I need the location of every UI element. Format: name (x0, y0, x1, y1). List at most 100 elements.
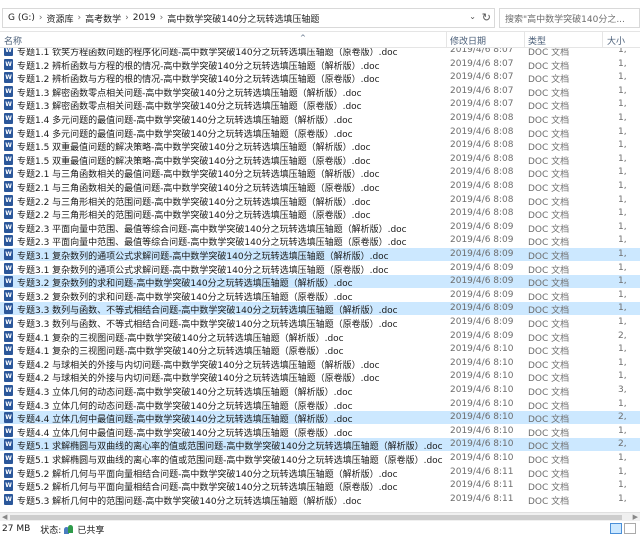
file-row[interactable]: W 专题1.2 辨析函数与方程的根的情况-高中数学突破140分之玩转选填压轴题（原… (0, 71, 640, 85)
details-view-icon[interactable] (610, 523, 622, 534)
horizontal-scrollbar[interactable]: ◀ ▶ (0, 512, 640, 521)
file-name[interactable]: 专题5.1 求解椭圆与双曲线的离心率的值或范围问题-高中数学突破140分之玩转选… (17, 453, 445, 466)
file-row[interactable]: W 专题4.3 立体几何的动态问题-高中数学突破140分之玩转选填压轴题（原卷版）… (0, 398, 640, 412)
breadcrumb-drive[interactable]: G (G:) (5, 13, 38, 23)
breadcrumb-year[interactable]: 2019 (130, 13, 159, 23)
file-row[interactable]: W 专题5.3 解析几何中的范围问题-高中数学突破140分之玩转选填压轴题（解析版… (0, 493, 640, 507)
file-name[interactable]: 专题1.4 多元问题的最值问题-高中数学突破140分之玩转选填压轴题（解析版）.… (17, 113, 445, 126)
file-name[interactable]: 专题3.1 复杂数列的通项公式求解问题-高中数学突破140分之玩转选填压轴题（原… (17, 263, 445, 276)
file-name[interactable]: 专题4.2 与球相关的外接与内切问题-高中数学突破140分之玩转选填压轴题（原卷… (17, 371, 445, 384)
file-name[interactable]: 专题4.3 立体几何的动态问题-高中数学突破140分之玩转选填压轴题（解析版）.… (17, 385, 445, 398)
file-name[interactable]: 专题5.2 解析几何与平面向量相结合问题-高中数学突破140分之玩转选填压轴题（… (17, 467, 445, 480)
file-row[interactable]: W 专题3.3 数列与函数、不等式相结合问题-高中数学突破140分之玩转选填压轴题… (0, 302, 640, 316)
file-name[interactable]: 专题4.4 立体几何中最值问题-高中数学突破140分之玩转选填压轴题（原卷版）.… (17, 426, 445, 439)
file-size: 1, (618, 58, 627, 69)
file-name[interactable]: 专题2.1 与三角函数相关的最值问题-高中数学突破140分之玩转选填压轴题（解析… (17, 167, 445, 180)
file-name[interactable]: 专题1.5 双重最值问题的解决策略-高中数学突破140分之玩转选填压轴题（原卷版… (17, 154, 445, 167)
file-row[interactable]: W 专题4.3 立体几何的动态问题-高中数学突破140分之玩转选填压轴题（解析版）… (0, 384, 640, 398)
file-row[interactable]: W 专题3.1 复杂数列的通项公式求解问题-高中数学突破140分之玩转选填压轴题（… (0, 262, 640, 276)
file-type: DOC 文档 (528, 224, 570, 235)
file-date: 2019/4/6 8:09 (450, 303, 514, 314)
file-row[interactable]: W 专题1.1 钦笑方程函数问题的程序化问题-高中数学突破140分之玩转选填压轴题… (0, 48, 640, 58)
file-row[interactable]: W 专题4.4 立体几何中最值问题-高中数学突破140分之玩转选填压轴题（原卷版）… (0, 425, 640, 439)
file-row[interactable]: W 专题5.1 求解椭圆与双曲线的离心率的值或范围问题-高中数学突破140分之玩转… (0, 452, 640, 466)
file-name[interactable]: 专题5.1 求解椭圆与双曲线的离心率的值或范围问题-高中数学突破140分之玩转选… (17, 439, 445, 452)
column-divider[interactable] (524, 32, 525, 48)
file-row[interactable]: W 专题4.2 与球相关的外接与内切问题-高中数学突破140分之玩转选填压轴题（解… (0, 357, 640, 371)
file-row[interactable]: W 专题2.2 与三角形相关的范围问题-高中数学突破140分之玩转选填压轴题（解析… (0, 194, 640, 208)
file-name[interactable]: 专题5.3 解析几何中的范围问题-高中数学突破140分之玩转选填压轴题（解析版）… (17, 494, 445, 507)
file-name[interactable]: 专题4.1 复杂的三视图问题-高中数学突破140分之玩转选填压轴题（原卷版）.d… (17, 344, 445, 357)
file-name[interactable]: 专题4.4 立体几何中最值问题-高中数学突破140分之玩转选填压轴题（解析版）.… (17, 412, 445, 425)
file-name[interactable]: 专题4.2 与球相关的外接与内切问题-高中数学突破140分之玩转选填压轴题（解析… (17, 358, 445, 371)
address-bar[interactable]: G (G:) › 资源库 › 高考数学 › 2019 › 高中数学突破140分之… (2, 8, 495, 28)
file-row[interactable]: W 专题4.1 复杂的三视图问题-高中数学突破140分之玩转选填压轴题（解析版）.… (0, 330, 640, 344)
refresh-icon[interactable]: ↻ (482, 11, 491, 24)
file-row[interactable]: W 专题1.5 双重最值问题的解决策略-高中数学突破140分之玩转选填压轴题（原卷… (0, 153, 640, 167)
column-header-name[interactable]: 名称 (4, 34, 22, 47)
file-name[interactable]: 专题2.1 与三角函数相关的最值问题-高中数学突破140分之玩转选填压轴题（原卷… (17, 181, 445, 194)
search-input[interactable]: 搜索"高中数学突破140分之... (499, 8, 640, 28)
file-row[interactable]: W 专题5.1 求解椭圆与双曲线的离心率的值或范围问题-高中数学突破140分之玩转… (0, 438, 640, 452)
breadcrumb-resources[interactable]: 资源库 (43, 12, 76, 25)
file-row[interactable]: W 专题2.3 平面向量中范围、最值等综合问题-高中数学突破140分之玩转选填压轴… (0, 234, 640, 248)
file-row[interactable]: W 专题3.2 复杂数列的求和问题-高中数学突破140分之玩转选填压轴题（原卷版）… (0, 289, 640, 303)
file-name[interactable]: 专题2.3 平面向量中范围、最值等综合问题-高中数学突破140分之玩转选填压轴题… (17, 222, 445, 235)
file-name[interactable]: 专题1.4 多元问题的最值问题-高中数学突破140分之玩转选填压轴题（原卷版）.… (17, 127, 445, 140)
file-name[interactable]: 专题1.3 解密函数零点相关问题-高中数学突破140分之玩转选填压轴题（原卷版）… (17, 99, 445, 112)
file-row[interactable]: W 专题1.4 多元问题的最值问题-高中数学突破140分之玩转选填压轴题（原卷版）… (0, 126, 640, 140)
file-row[interactable]: W 专题2.3 平面向量中范围、最值等综合问题-高中数学突破140分之玩转选填压轴… (0, 221, 640, 235)
file-name[interactable]: 专题1.5 双重最值问题的解决策略-高中数学突破140分之玩转选填压轴题（解析版… (17, 140, 445, 153)
file-row[interactable]: W 专题2.1 与三角函数相关的最值问题-高中数学突破140分之玩转选填压轴题（解… (0, 166, 640, 180)
file-name[interactable]: 专题3.2 复杂数列的求和问题-高中数学突破140分之玩转选填压轴题（解析版）.… (17, 276, 445, 289)
file-row[interactable]: W 专题3.2 复杂数列的求和问题-高中数学突破140分之玩转选填压轴题（解析版）… (0, 275, 640, 289)
file-name[interactable]: 专题3.3 数列与函数、不等式相结合问题-高中数学突破140分之玩转选填压轴题（… (17, 303, 445, 316)
file-row[interactable]: W 专题1.3 解密函数零点相关问题-高中数学突破140分之玩转选填压轴题（原卷版… (0, 98, 640, 112)
file-name[interactable]: 专题1.2 辨析函数与方程的根的情况-高中数学突破140分之玩转选填压轴题（解析… (17, 59, 445, 72)
file-row[interactable]: W 专题1.4 多元问题的最值问题-高中数学突破140分之玩转选填压轴题（解析版）… (0, 112, 640, 126)
file-name[interactable]: 专题2.2 与三角形相关的范围问题-高中数学突破140分之玩转选填压轴题（解析版… (17, 195, 445, 208)
column-header-type[interactable]: 类型 (528, 34, 546, 47)
file-type: DOC 文档 (528, 360, 570, 371)
file-row[interactable]: W 专题1.5 双重最值问题的解决策略-高中数学突破140分之玩转选填压轴题（解析… (0, 139, 640, 153)
file-name[interactable]: 专题3.2 复杂数列的求和问题-高中数学突破140分之玩转选填压轴题（原卷版）.… (17, 290, 445, 303)
column-divider[interactable] (446, 32, 447, 48)
file-date: 2019/4/6 8:07 (450, 48, 514, 55)
column-header-date[interactable]: 修改日期 (450, 34, 486, 47)
file-row[interactable]: W 专题3.1 复杂数列的通项公式求解问题-高中数学突破140分之玩转选填压轴题（… (0, 248, 640, 262)
file-name[interactable]: 专题3.3 数列与函数、不等式相结合问题-高中数学突破140分之玩转选填压轴题（… (17, 317, 445, 330)
file-name[interactable]: 专题4.3 立体几何的动态问题-高中数学突破140分之玩转选填压轴题（原卷版）.… (17, 399, 445, 412)
scrollbar-thumb[interactable] (10, 515, 622, 520)
chevron-down-icon[interactable]: ⌄ (469, 12, 476, 21)
breadcrumb-math[interactable]: 高考数学 (82, 12, 124, 25)
file-row[interactable]: W 专题5.2 解析几何与平面向量相结合问题-高中数学突破140分之玩转选填压轴题… (0, 479, 640, 493)
file-name[interactable]: 专题1.3 解密函数零点相关问题-高中数学突破140分之玩转选填压轴题（解析版）… (17, 86, 445, 99)
breadcrumb-folder[interactable]: 高中数学突破140分之玩转选填压轴题 (164, 12, 322, 25)
file-name[interactable]: 专题1.1 钦笑方程函数问题的程序化问题-高中数学突破140分之玩转选填压轴题（… (17, 48, 445, 58)
file-row[interactable]: W 专题2.1 与三角函数相关的最值问题-高中数学突破140分之玩转选填压轴题（原… (0, 180, 640, 194)
file-type: DOC 文档 (528, 320, 570, 330)
file-name[interactable]: 专题4.1 复杂的三视图问题-高中数学突破140分之玩转选填压轴题（解析版）.d… (17, 331, 445, 344)
column-header-size[interactable]: 大小 (607, 34, 625, 47)
file-date: 2019/4/6 8:08 (450, 113, 514, 123)
file-row[interactable]: W 专题4.2 与球相关的外接与内切问题-高中数学突破140分之玩转选填压轴题（原… (0, 370, 640, 384)
word-doc-icon: W (4, 167, 13, 179)
file-name[interactable]: 专题3.1 复杂数列的通项公式求解问题-高中数学突破140分之玩转选填压轴题（解… (17, 249, 445, 262)
file-row[interactable]: W 专题1.3 解密函数零点相关问题-高中数学突破140分之玩转选填压轴题（解析版… (0, 85, 640, 99)
file-row[interactable]: W 专题4.1 复杂的三视图问题-高中数学突破140分之玩转选填压轴题（原卷版）.… (0, 343, 640, 357)
large-icons-view-icon[interactable] (624, 523, 636, 534)
file-row[interactable]: W 专题4.4 立体几何中最值问题-高中数学突破140分之玩转选填压轴题（解析版）… (0, 411, 640, 425)
file-row[interactable]: W 专题2.2 与三角形相关的范围问题-高中数学突破140分之玩转选填压轴题（原卷… (0, 207, 640, 221)
scroll-left-icon[interactable]: ◀ (2, 513, 7, 521)
file-row[interactable]: W 专题3.3 数列与函数、不等式相结合问题-高中数学突破140分之玩转选填压轴题… (0, 316, 640, 330)
file-name[interactable]: 专题2.2 与三角形相关的范围问题-高中数学突破140分之玩转选填压轴题（原卷版… (17, 208, 445, 221)
word-doc-icon: W (4, 371, 13, 383)
file-list: W 专题1.1 钦笑方程函数问题的程序化问题-高中数学突破140分之玩转选填压轴题… (0, 48, 640, 512)
scroll-right-icon[interactable]: ▶ (633, 513, 638, 521)
file-row[interactable]: W 专题5.2 解析几何与平面向量相结合问题-高中数学突破140分之玩转选填压轴题… (0, 466, 640, 480)
file-name[interactable]: 专题5.2 解析几何与平面向量相结合问题-高中数学突破140分之玩转选填压轴题（… (17, 480, 445, 493)
column-divider[interactable] (602, 32, 603, 48)
file-name[interactable]: 专题1.2 辨析函数与方程的根的情况-高中数学突破140分之玩转选填压轴题（原卷… (17, 72, 445, 85)
file-row[interactable]: W 专题1.2 辨析函数与方程的根的情况-高中数学突破140分之玩转选填压轴题（解… (0, 58, 640, 72)
file-name[interactable]: 专题2.3 平面向量中范围、最值等综合问题-高中数学突破140分之玩转选填压轴题… (17, 235, 445, 248)
